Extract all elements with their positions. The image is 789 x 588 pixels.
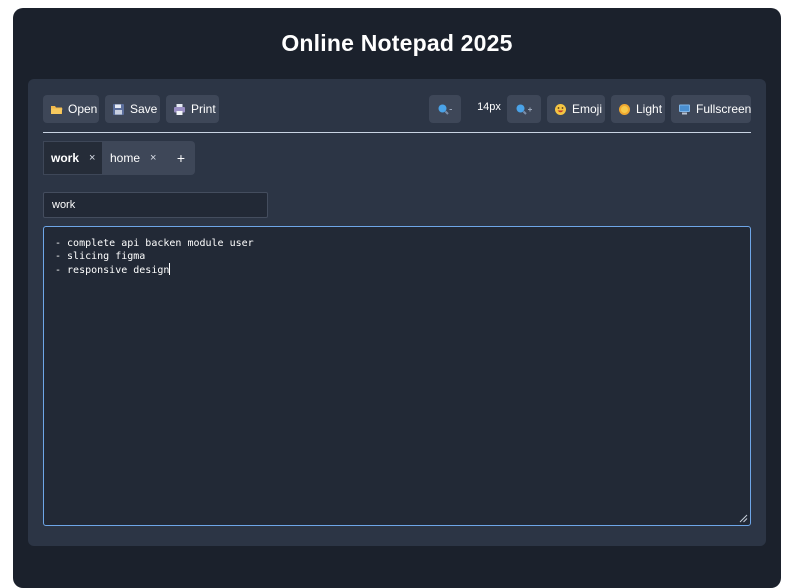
note-editor[interactable]: - complete api backen module user - slic… [43,226,751,526]
add-tab-button[interactable]: + [167,141,195,175]
fullscreen-button[interactable]: Fullscreen [671,95,751,123]
text-cursor [169,263,171,275]
open-label: Open [68,102,98,116]
printer-icon [173,103,186,116]
close-icon[interactable]: × [150,152,156,164]
close-icon[interactable]: × [89,152,95,164]
print-label: Print [191,102,216,116]
note-content: - complete api backen module user - slic… [55,238,254,276]
tab-label: home [110,151,141,165]
zoom-in-icon [515,103,533,116]
zoom-out-icon [437,103,453,116]
tab-home[interactable]: home × [103,141,167,175]
font-size-label: 14px [477,101,501,113]
sun-icon [618,103,631,116]
toolbar-divider [43,132,751,133]
emoji-button[interactable]: Emoji [547,95,605,123]
monitor-icon [678,103,691,116]
save-button[interactable]: Save [105,95,160,123]
floppy-disk-icon [112,103,125,116]
open-button[interactable]: Open [43,95,99,123]
tab-label: work [51,151,80,165]
theme-toggle-button[interactable]: Light [611,95,665,123]
fullscreen-label: Fullscreen [696,102,752,116]
emoji-label: Emoji [572,102,603,116]
smiley-icon [554,103,567,116]
toolbar: Open Save Print 14px Emoji Light Fullscr… [43,95,751,123]
print-button[interactable]: Print [166,95,219,123]
app-title: Online Notepad 2025 [281,30,513,56]
folder-icon [50,103,63,116]
zoom-out-button[interactable] [429,95,461,123]
theme-label: Light [636,102,663,116]
resize-grip-icon[interactable] [739,514,748,523]
tab-work[interactable]: work × [43,141,103,175]
save-label: Save [130,102,158,116]
note-name-input[interactable] [43,192,268,218]
zoom-in-button[interactable] [507,95,541,123]
editor-panel: Open Save Print 14px Emoji Light Fullscr… [28,79,766,546]
notepad-app: Online Notepad 2025 Open Save Print 14px… [13,8,781,588]
